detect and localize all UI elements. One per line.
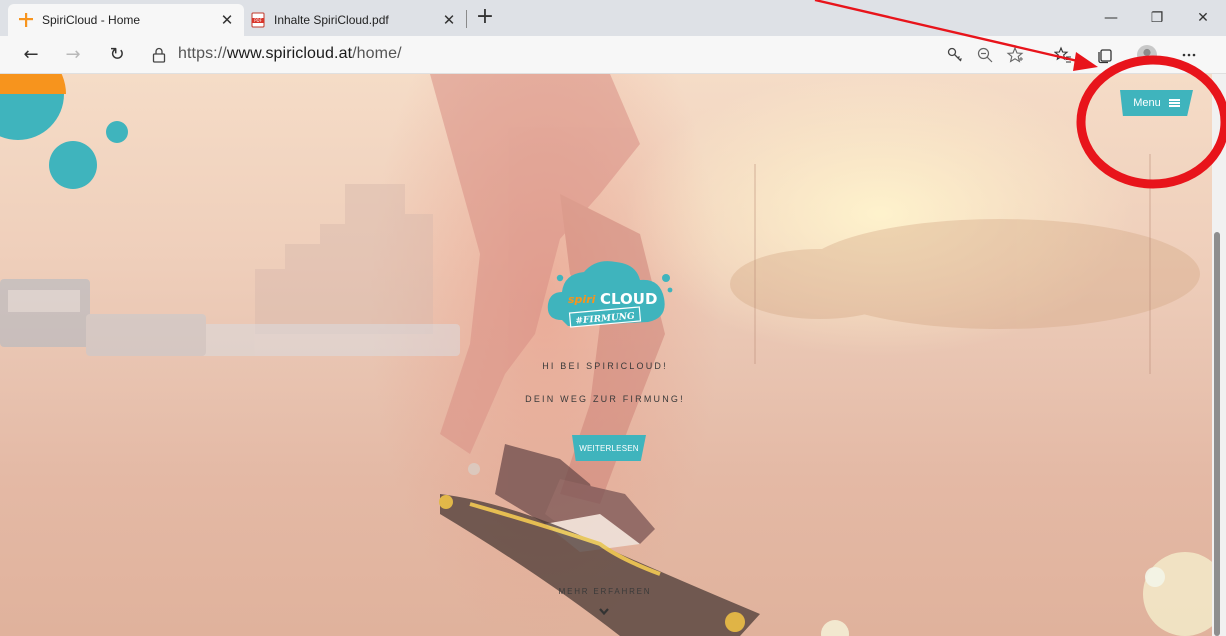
address-bar[interactable]: https://www.spiricloud.at/home/ — [178, 45, 402, 63]
forward-button[interactable]: → — [58, 40, 88, 70]
navigation-bar: ← → ↻ https://www.spiricloud.at/home/ — [0, 36, 1226, 74]
url-host: www.spiricloud.at — [226, 45, 353, 62]
tab-title: SpiriCloud - Home — [42, 13, 141, 27]
menu-button[interactable]: Menu — [1120, 90, 1193, 116]
tab-close-icon[interactable]: ✕ — [438, 11, 460, 29]
browser-window: SpiriCloud - Home ✕ PDF Inhalte SpiriClo… — [0, 0, 1226, 636]
collections-icon[interactable] — [1090, 40, 1120, 70]
tab-spiricloud-home[interactable]: SpiriCloud - Home ✕ — [8, 4, 244, 36]
weiterlesen-label: WEITERLESEN — [579, 443, 639, 453]
tab-close-icon[interactable]: ✕ — [216, 11, 238, 29]
web-page: Menu spiri CLOUD #FIRMUNG HI BEI SPIRICL… — [0, 74, 1226, 636]
refresh-button[interactable]: ↻ — [102, 40, 132, 70]
scrollbar-thumb[interactable] — [1214, 232, 1220, 636]
minimize-button[interactable]: — — [1088, 0, 1134, 36]
chevron-down-icon[interactable] — [598, 607, 610, 617]
mehr-erfahren-link[interactable]: MEHR ERFAHREN — [0, 587, 1210, 596]
menu-label: Menu — [1133, 97, 1161, 109]
hero-tagline: DEIN WEG ZUR FIRMUNG! — [525, 394, 685, 404]
tab-strip: SpiriCloud - Home ✕ PDF Inhalte SpiriClo… — [0, 0, 1226, 36]
logo-brand-right: CLOUD — [600, 290, 657, 308]
logo-brand-left: spiri — [568, 293, 596, 306]
svg-text:PDF: PDF — [254, 18, 262, 23]
key-icon[interactable] — [940, 40, 970, 70]
favorite-star-icon[interactable] — [1000, 40, 1030, 70]
more-icon[interactable] — [1174, 40, 1204, 70]
zoom-out-icon[interactable] — [970, 40, 1000, 70]
favorites-list-icon[interactable] — [1048, 40, 1078, 70]
lock-icon[interactable] — [150, 46, 168, 64]
tab-title: Inhalte SpiriCloud.pdf — [274, 13, 389, 27]
hero-background-image — [0, 74, 1226, 636]
hero-greeting: HI BEI SPIRICLOUD! — [542, 361, 668, 371]
back-button[interactable]: ← — [16, 40, 46, 70]
weiterlesen-button[interactable]: WEITERLESEN — [572, 435, 646, 461]
orange-half-circle — [0, 74, 66, 94]
spiricloud-logo[interactable]: spiri CLOUD #FIRMUNG — [540, 256, 675, 342]
url-scheme: https:// — [178, 45, 227, 62]
url-path: /home/ — [352, 45, 402, 62]
restore-button[interactable]: ❐ — [1134, 0, 1180, 36]
close-window-button[interactable]: ✕ — [1180, 0, 1226, 36]
tab-inhalte-pdf[interactable]: PDF Inhalte SpiriCloud.pdf ✕ — [244, 4, 466, 36]
hamburger-icon — [1168, 99, 1180, 107]
new-tab-button[interactable]: + — [472, 4, 498, 32]
tab-separator — [466, 10, 467, 28]
pdf-file-icon: PDF — [250, 12, 266, 28]
profile-avatar-icon[interactable] — [1132, 40, 1162, 70]
spiricloud-cross-icon — [18, 12, 34, 28]
